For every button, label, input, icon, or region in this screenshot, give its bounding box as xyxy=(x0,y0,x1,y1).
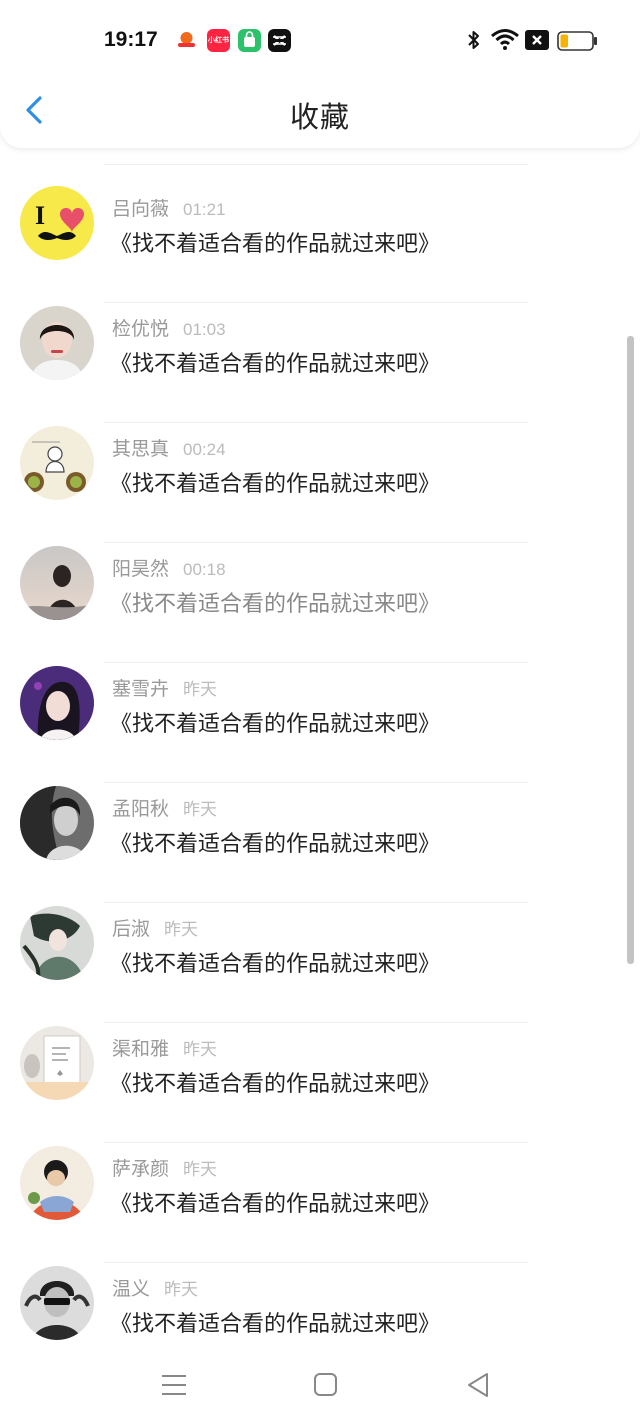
menu-button[interactable] xyxy=(159,1370,189,1400)
notification-off-icon xyxy=(525,30,549,54)
list-item[interactable]: 萨承颜 昨天 《找不着适合看的作品就过来吧》 xyxy=(0,1126,628,1263)
item-time: 昨天 xyxy=(183,800,218,819)
item-name: 孟阳秋 昨天 xyxy=(112,794,217,821)
item-message: 《找不着适合看的作品就过来吧》 xyxy=(110,1192,441,1217)
item-name-text: 其思真 xyxy=(112,438,170,460)
item-name: 吕向薇 01:21 xyxy=(112,194,226,221)
item-time: 00:24 xyxy=(183,440,226,459)
item-message: 《找不着适合看的作品就过来吧》 xyxy=(110,592,441,617)
avatar xyxy=(20,666,94,740)
battery-icon xyxy=(557,31,599,55)
page-title: 收藏 xyxy=(289,100,350,134)
item-name-text: 阳昊然 xyxy=(112,558,170,580)
item-name-text: 温义 xyxy=(112,1278,151,1300)
item-message: 《找不着适合看的作品就过来吧》 xyxy=(110,1072,441,1097)
status-time: 19:17 xyxy=(104,28,158,51)
capcut-icon xyxy=(268,29,291,52)
list-item[interactable]: I 吕向薇 01:21 《找不着适合看的作品就过来吧》 xyxy=(0,166,628,303)
item-time: 昨天 xyxy=(183,680,218,699)
avatar xyxy=(20,1146,94,1220)
item-message: 《找不着适合看的作品就过来吧》 xyxy=(110,232,441,257)
item-message: 《找不着适合看的作品就过来吧》 xyxy=(110,472,441,497)
item-name-text: 后淑 xyxy=(112,918,151,940)
item-name: 后淑 昨天 xyxy=(112,914,198,941)
list-item[interactable]: 阳昊然 00:18 《找不着适合看的作品就过来吧》 xyxy=(0,526,628,663)
item-message: 《找不着适合看的作品就过来吧》 xyxy=(110,712,441,737)
item-name-text: 渠和雅 xyxy=(112,1038,170,1060)
avatar xyxy=(20,546,94,620)
item-message: 《找不着适合看的作品就过来吧》 xyxy=(110,1312,441,1337)
item-name: 渠和雅 昨天 xyxy=(112,1034,217,1061)
item-name: 阳昊然 00:18 xyxy=(112,554,226,581)
item-name-text: 塞雪卉 xyxy=(112,678,170,700)
scrollbar[interactable] xyxy=(627,336,634,964)
avatar xyxy=(20,786,94,860)
item-name-text: 萨承颜 xyxy=(112,1158,170,1180)
item-time: 昨天 xyxy=(183,1160,218,1179)
avatar: I xyxy=(20,186,94,260)
home-button[interactable] xyxy=(311,1370,341,1400)
back-nav-button[interactable] xyxy=(463,1370,493,1400)
item-message: 《找不着适合看的作品就过来吧》 xyxy=(110,832,441,857)
shopping-bag-icon xyxy=(238,29,261,52)
item-time: 00:18 xyxy=(183,560,226,579)
item-time: 昨天 xyxy=(164,1280,199,1299)
list-item[interactable]: 后淑 昨天 《找不着适合看的作品就过来吧》 xyxy=(0,886,628,1023)
back-triangle-icon xyxy=(468,1373,488,1397)
item-name: 塞雪卉 昨天 xyxy=(112,674,217,701)
divider xyxy=(104,164,528,165)
list-item[interactable]: 孟阳秋 昨天 《找不着适合看的作品就过来吧》 xyxy=(0,766,628,903)
xiaohongshu-icon: 小红书 xyxy=(207,29,230,52)
list-item[interactable]: 塞雪卉 昨天 《找不着适合看的作品就过来吧》 xyxy=(0,646,628,783)
avatar xyxy=(20,1026,94,1100)
item-name: 其思真 00:24 xyxy=(112,434,226,461)
favorites-list: I 吕向薇 01:21 《找不着适合看的作品就过来吧》 检优悦 01:03 《找不着… xyxy=(0,148,640,1348)
item-time: 昨天 xyxy=(164,920,199,939)
menu-icon xyxy=(162,1375,186,1395)
bluetooth-icon xyxy=(466,28,482,56)
svg-text:I: I xyxy=(35,201,45,230)
list-item[interactable]: 渠和雅 昨天 《找不着适合看的作品就过来吧》 xyxy=(0,1006,628,1143)
item-name: 检优悦 01:03 xyxy=(112,314,226,341)
home-square-icon xyxy=(314,1373,337,1396)
item-name-text: 检优悦 xyxy=(112,318,170,340)
item-name-text: 孟阳秋 xyxy=(112,798,170,820)
avatar xyxy=(20,426,94,500)
avatar xyxy=(20,306,94,380)
xiaohongshu-label: 小红书 xyxy=(208,36,229,44)
system-nav-bar xyxy=(0,1348,640,1422)
avatar xyxy=(20,1266,94,1340)
list-item[interactable]: 温义 昨天 《找不着适合看的作品就过来吧》 xyxy=(0,1246,628,1348)
status-bar: 19:17 小红书 xyxy=(0,0,640,82)
item-name-text: 吕向薇 xyxy=(112,198,170,220)
item-name: 萨承颜 昨天 xyxy=(112,1154,217,1181)
app-icon-1 xyxy=(175,29,198,52)
item-message: 《找不着适合看的作品就过来吧》 xyxy=(110,952,441,977)
item-time: 昨天 xyxy=(183,1040,218,1059)
item-time: 01:03 xyxy=(183,320,226,339)
header: 19:17 小红书 收藏 xyxy=(0,0,640,148)
wifi-icon xyxy=(490,27,520,55)
list-item[interactable]: 检优悦 01:03 《找不着适合看的作品就过来吧》 xyxy=(0,286,628,423)
avatar xyxy=(20,906,94,980)
item-time: 01:21 xyxy=(183,200,226,219)
item-name: 温义 昨天 xyxy=(112,1274,198,1301)
nav-bar: 收藏 xyxy=(0,82,640,144)
item-message: 《找不着适合看的作品就过来吧》 xyxy=(110,352,441,377)
list-item[interactable]: 其思真 00:24 《找不着适合看的作品就过来吧》 xyxy=(0,406,628,543)
